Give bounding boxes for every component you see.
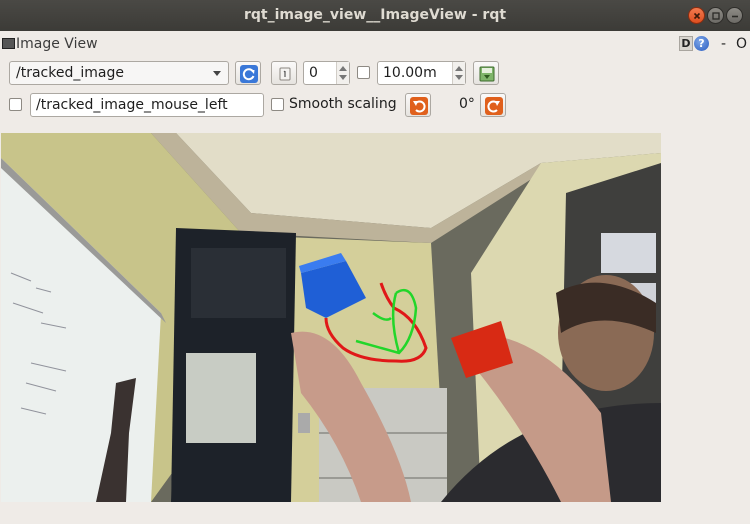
spin-input[interactable]: 0 — [303, 61, 350, 85]
refresh-topics-button[interactable] — [235, 61, 261, 85]
publish-mouse-checkbox[interactable] — [9, 98, 22, 111]
rotate-right-icon — [485, 97, 503, 115]
dock-button[interactable]: D — [679, 36, 693, 51]
max-range-input[interactable]: 10.00m — [377, 61, 466, 85]
window-titlebar[interactable]: rqt_image_view__ImageView - rqt — [0, 0, 750, 31]
camera-image — [1, 133, 661, 502]
rotate-left-icon — [410, 97, 428, 115]
chevron-down-icon — [213, 71, 221, 76]
topic-select[interactable]: /tracked_image — [9, 61, 229, 85]
refresh-icon — [240, 65, 258, 83]
topic-select-value: /tracked_image — [16, 65, 124, 81]
max-range-stepper[interactable] — [452, 62, 465, 84]
rotation-value: 0° — [459, 96, 475, 112]
smooth-scaling-checkbox[interactable] — [271, 98, 284, 111]
zoom-1-icon — [279, 67, 291, 81]
spin-input-value: 0 — [309, 65, 318, 81]
smooth-scaling-label: Smooth scaling — [289, 96, 397, 112]
save-image-button[interactable] — [473, 61, 499, 85]
mouse-topic-value: /tracked_image_mouse_left — [36, 97, 228, 113]
mouse-topic-input[interactable]: /tracked_image_mouse_left — [30, 93, 264, 117]
plugin-header: Image View D ? - O — [0, 33, 750, 55]
dynamic-range-checkbox[interactable] — [357, 66, 370, 79]
max-range-value: 10.00m — [383, 65, 437, 81]
spin-stepper[interactable] — [336, 62, 349, 84]
plugin-title: Image View — [16, 36, 98, 52]
plugin-window-icon — [2, 38, 15, 49]
rotate-right-button[interactable] — [480, 93, 506, 117]
image-view-canvas[interactable] — [1, 133, 661, 502]
app-window: rqt_image_view__ImageView - rqt Image Vi… — [0, 0, 750, 524]
window-title: rqt_image_view__ImageView - rqt — [243, 7, 507, 23]
plugin-close-button[interactable]: O — [736, 36, 747, 52]
save-image-icon — [479, 66, 495, 82]
zoom-1-button[interactable] — [271, 61, 297, 85]
help-button[interactable]: ? — [694, 36, 709, 51]
plugin-minimize-button[interactable]: - — [721, 36, 726, 52]
rotate-left-button[interactable] — [405, 93, 431, 117]
